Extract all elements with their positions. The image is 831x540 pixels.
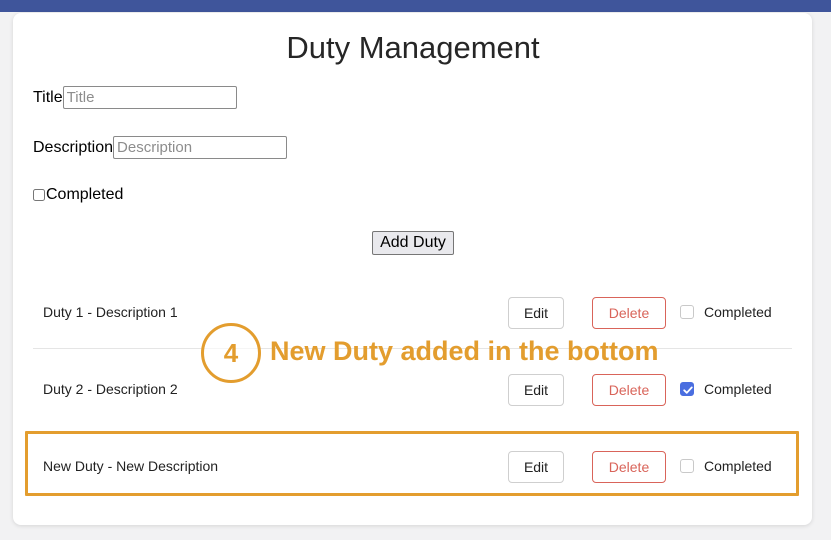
duty-completed-checkbox[interactable] (680, 459, 694, 473)
step-number: 4 (223, 337, 239, 368)
completed-label: Completed (46, 186, 124, 203)
completed-row: Completed (33, 186, 123, 204)
title-label: Title (33, 88, 63, 106)
delete-button[interactable]: Delete (592, 297, 666, 329)
edit-button[interactable]: Edit (508, 297, 564, 329)
checkmark-icon (683, 386, 693, 394)
duty-item: New Duty - New Description Edit Delete C… (33, 432, 792, 502)
delete-button[interactable]: Delete (592, 374, 666, 406)
delete-button[interactable]: Delete (592, 451, 666, 483)
title-row: Title (33, 86, 237, 109)
description-input[interactable] (113, 136, 288, 159)
duty-completed-checkbox[interactable] (680, 305, 694, 319)
duty-completed-checkbox[interactable] (680, 382, 694, 396)
duty-completed-label: Completed (704, 381, 772, 397)
add-duty-button[interactable]: Add Duty (372, 231, 454, 255)
title-input[interactable] (62, 86, 237, 109)
edit-button[interactable]: Edit (508, 451, 564, 483)
description-row: Description (33, 136, 288, 159)
annotation-text: New Duty added in the bottom (270, 336, 659, 366)
duty-completed-label: Completed (704, 458, 772, 474)
step-number-badge: 4 (201, 323, 261, 383)
duty-text: Duty 1 - Description 1 (43, 304, 178, 320)
edit-button[interactable]: Edit (508, 374, 564, 406)
duty-text: Duty 2 - Description 2 (43, 381, 178, 397)
top-bar (0, 0, 831, 12)
page-title: Duty Management (286, 30, 540, 65)
duty-text: New Duty - New Description (43, 458, 219, 474)
duty-completed-label: Completed (704, 304, 772, 320)
completed-checkbox[interactable] (33, 189, 45, 201)
description-label: Description (33, 138, 114, 156)
